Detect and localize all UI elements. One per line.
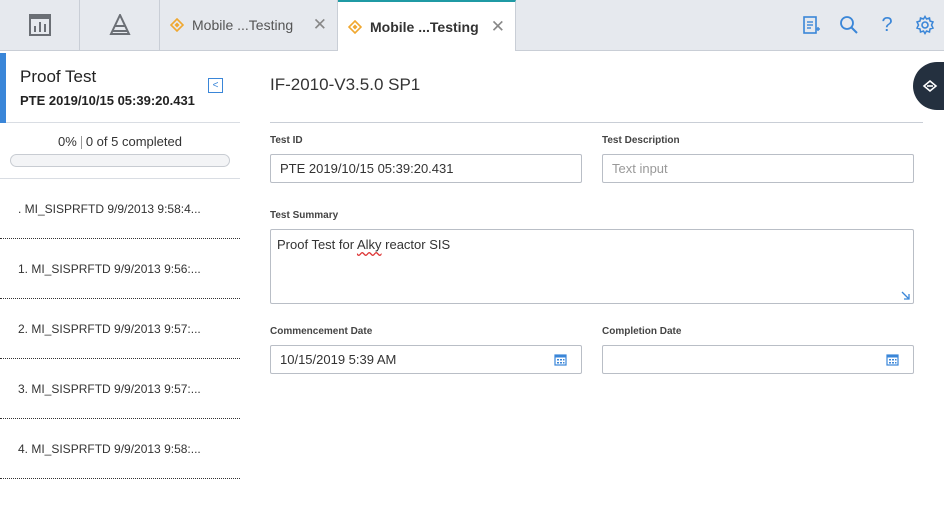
collapse-panel-button[interactable]: < (208, 78, 223, 93)
close-icon[interactable]: ✕ (313, 16, 327, 33)
top-tab-bar: Mobile ...Testing ✕ Mobile ...Testing ✕ (0, 0, 944, 51)
completion-date-label: Completion Date (602, 326, 682, 337)
hide-panel-icon (922, 79, 938, 93)
list-item[interactable]: 1. MI_SISPRFTD 9/9/2013 9:56:... (0, 239, 240, 299)
calendar-icon[interactable] (886, 353, 899, 366)
help-icon: ? (881, 13, 893, 36)
commencement-date-value: 10/15/2019 5:39 AM (280, 352, 397, 367)
left-panel: Proof Test PTE 2019/10/15 05:39:20.431 <… (0, 51, 240, 509)
collapse-icon: < (212, 80, 219, 91)
left-panel-header: Proof Test PTE 2019/10/15 05:39:20.431 < (0, 51, 240, 123)
list-item[interactable]: 3. MI_SISPRFTD 9/9/2013 9:57:... (0, 359, 240, 419)
test-id-field[interactable]: PTE 2019/10/15 05:39:20.431 (270, 154, 582, 183)
progress-status: 0 of 5 completed (85, 134, 182, 149)
test-id-label: Test ID (270, 135, 303, 146)
close-icon[interactable]: ✕ (491, 18, 505, 35)
progress-percent: 0% (58, 134, 77, 149)
summary-text-post: reactor SIS (381, 237, 451, 252)
dashboard-icon (28, 14, 51, 36)
search-button[interactable] (830, 0, 868, 50)
tab-label: Mobile ...Testing (370, 18, 479, 35)
diamond-icon (348, 19, 362, 34)
accent-bar (0, 53, 6, 123)
panel-subtitle: PTE 2019/10/15 05:39:20.431 (20, 93, 195, 108)
tab-mobile-testing-1[interactable]: Mobile ...Testing ✕ (160, 0, 338, 50)
main-content: IF-2010-V3.5.0 SP1 Test ID PTE 2019/10/1… (240, 51, 944, 509)
commencement-date-label: Commencement Date (270, 326, 373, 337)
dashboard-button[interactable] (0, 0, 80, 50)
progress-text: 0% 0 of 5 completed (0, 134, 240, 150)
help-button[interactable]: ? (868, 0, 906, 50)
calendar-icon[interactable] (554, 353, 567, 366)
toolbar-icons: ? (792, 0, 944, 50)
asset-hierarchy-button[interactable] (80, 0, 160, 50)
notes-icon (803, 16, 820, 34)
resize-icon[interactable] (901, 291, 911, 301)
completion-date-field[interactable] (602, 345, 914, 374)
settings-button[interactable] (906, 0, 944, 50)
list-item[interactable]: . MI_SISPRFTD 9/9/2013 9:58:4... (0, 179, 240, 239)
progress-section: 0% 0 of 5 completed (0, 123, 240, 179)
tab-label: Mobile ...Testing (192, 17, 294, 33)
settings-icon (915, 15, 935, 35)
summary-text-pre: Proof Test for (277, 237, 357, 252)
test-description-label: Test Description (602, 135, 680, 146)
search-icon (840, 16, 858, 34)
commencement-date-field[interactable]: 10/15/2019 5:39 AM (270, 345, 582, 374)
test-summary-label: Test Summary (270, 210, 339, 221)
progress-bar (10, 154, 230, 167)
divider (270, 122, 923, 123)
list-item[interactable]: 4. MI_SISPRFTD 9/9/2013 9:58:... (0, 419, 240, 479)
diamond-icon (170, 18, 184, 32)
summary-text-misspelled: Alky (356, 237, 382, 252)
test-description-field[interactable]: Text input (602, 154, 914, 183)
asset-hierarchy-icon (108, 14, 131, 35)
tab-mobile-testing-2[interactable]: Mobile ...Testing ✕ (338, 0, 516, 51)
panel-title: Proof Test (20, 67, 97, 86)
test-summary-field[interactable]: Proof Test for Alky reactor SIS (270, 229, 914, 304)
list-item[interactable]: 2. MI_SISPRFTD 9/9/2013 9:57:... (0, 299, 240, 359)
page-title: IF-2010-V3.5.0 SP1 (270, 75, 421, 94)
notes-button[interactable] (792, 0, 830, 50)
